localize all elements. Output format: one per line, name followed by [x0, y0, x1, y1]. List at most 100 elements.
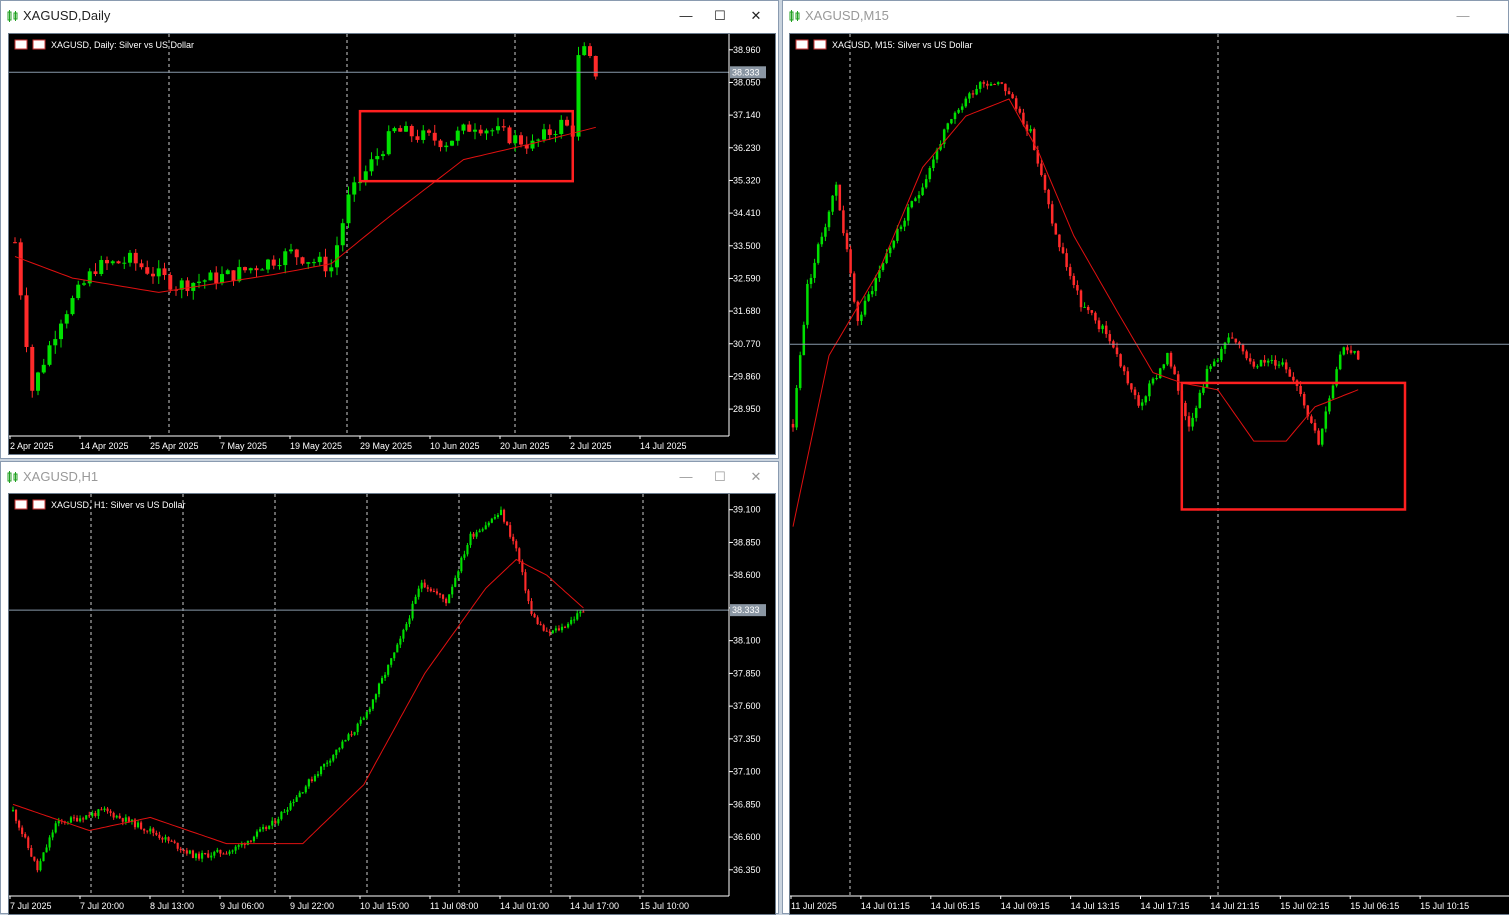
candle	[380, 675, 384, 684]
candle-body	[202, 280, 207, 282]
minimize-button[interactable]: —	[676, 6, 696, 26]
candle-body	[438, 140, 443, 148]
candle	[1162, 363, 1166, 371]
candle	[405, 622, 408, 632]
candle	[323, 763, 326, 770]
candle-body	[14, 809, 18, 821]
candle-body	[262, 827, 265, 830]
title-bar[interactable]: XAGUSD,H1 — ☐ ✕	[1, 462, 778, 492]
candle	[1140, 398, 1144, 411]
candle	[81, 280, 87, 287]
candle	[12, 237, 18, 244]
candle-body	[380, 154, 386, 157]
candle-body	[1209, 366, 1212, 369]
candle	[398, 125, 403, 132]
candle	[152, 827, 155, 837]
title-bar[interactable]: XAGUSD,Daily — ☐ ✕	[1, 1, 778, 31]
candle-body	[408, 618, 411, 625]
candle-body	[518, 135, 524, 145]
candle	[798, 351, 802, 391]
candle	[438, 139, 443, 152]
close-button[interactable]: ✕	[746, 467, 766, 487]
maximize-button[interactable]: ☐	[710, 467, 730, 487]
candle	[69, 815, 73, 824]
candle-body	[495, 126, 501, 131]
candle-body	[813, 262, 816, 278]
candle-body	[194, 853, 198, 858]
candle	[1252, 358, 1256, 369]
candle	[860, 311, 863, 326]
candle-body	[448, 594, 451, 604]
candle-body	[85, 815, 88, 820]
candle	[335, 749, 338, 759]
candle	[1029, 125, 1032, 134]
candle-body	[81, 283, 87, 285]
candle	[455, 126, 460, 146]
candle	[191, 849, 195, 859]
candle	[210, 852, 213, 861]
candle-body	[335, 749, 338, 756]
candle	[515, 539, 518, 552]
candle	[265, 825, 268, 832]
candle-body	[18, 242, 23, 296]
m15-candlestick-chart[interactable]: XAGUSD, M15: Silver vs US Dollar 11 Jul 2…	[790, 34, 1509, 914]
candle	[1076, 280, 1079, 295]
maximize-button[interactable]: ☐	[710, 6, 730, 26]
candle-body	[795, 388, 798, 428]
candle-body	[1299, 385, 1302, 395]
candle-body	[892, 240, 896, 248]
candle-body	[423, 582, 426, 588]
chart-window-daily[interactable]: XAGUSD,Daily — ☐ ✕ XAGUSD, Daily: Silver…	[0, 0, 779, 459]
chart-window-h1[interactable]: XAGUSD,H1 — ☐ ✕ XAGUSD, H1: Silver vs US…	[0, 461, 779, 915]
candle-body	[820, 236, 824, 245]
candle	[475, 529, 478, 539]
candle	[932, 155, 935, 172]
candle	[414, 594, 417, 605]
y-tick-label: 34.410	[733, 208, 761, 218]
candle	[1270, 355, 1274, 364]
close-button[interactable]: ✕	[746, 6, 766, 26]
candle	[1050, 200, 1054, 227]
candle	[228, 849, 231, 856]
candle-body	[924, 179, 928, 188]
candle	[341, 739, 344, 750]
candle-body	[265, 827, 268, 829]
candle	[242, 266, 248, 273]
candle-body	[1342, 347, 1346, 355]
chart-area[interactable]: XAGUSD, Daily: Silver vs US Dollar 38.960…	[8, 33, 776, 455]
minimize-button[interactable]: —	[676, 467, 696, 487]
candle-body	[1158, 368, 1162, 379]
candle-body	[527, 590, 530, 602]
candle	[892, 239, 896, 250]
candle	[64, 310, 69, 329]
daily-candlestick-chart[interactable]: XAGUSD, Daily: Silver vs US Dollar 38.960…	[9, 34, 775, 454]
candle-body	[53, 339, 58, 346]
h1-candlestick-chart[interactable]: XAGUSD, H1: Silver vs US Dollar 39.100 38.…	[9, 494, 775, 914]
candle	[97, 808, 100, 820]
candle-body	[30, 848, 33, 857]
candle	[362, 716, 365, 721]
title-bar[interactable]: XAGUSD,M15 —	[783, 1, 1508, 31]
candle	[403, 121, 409, 132]
candle	[573, 616, 576, 624]
candle	[1086, 305, 1090, 314]
candle	[133, 818, 137, 830]
y-tick-label: 38.960	[733, 45, 761, 55]
candle	[255, 829, 259, 839]
minimize-button[interactable]: —	[1453, 6, 1473, 26]
chart-window-m15[interactable]: XAGUSD,M15 — XAGUSD, M15: Silver vs US D…	[782, 0, 1509, 915]
candle-body	[286, 809, 289, 812]
candle-body	[567, 623, 570, 628]
candle	[191, 282, 196, 300]
candle-body	[415, 136, 420, 140]
candle	[1000, 82, 1004, 85]
chart-area[interactable]: XAGUSD, M15: Silver vs US Dollar 11 Jul 2…	[789, 33, 1509, 915]
candle	[53, 330, 58, 354]
candle	[867, 291, 870, 302]
candle-body	[993, 84, 996, 86]
candle-body	[1130, 383, 1133, 390]
chart-area[interactable]: XAGUSD, H1: Silver vs US Dollar 39.100 38.…	[8, 493, 776, 915]
candle	[365, 711, 368, 721]
candle	[234, 845, 237, 854]
candle	[313, 774, 317, 783]
